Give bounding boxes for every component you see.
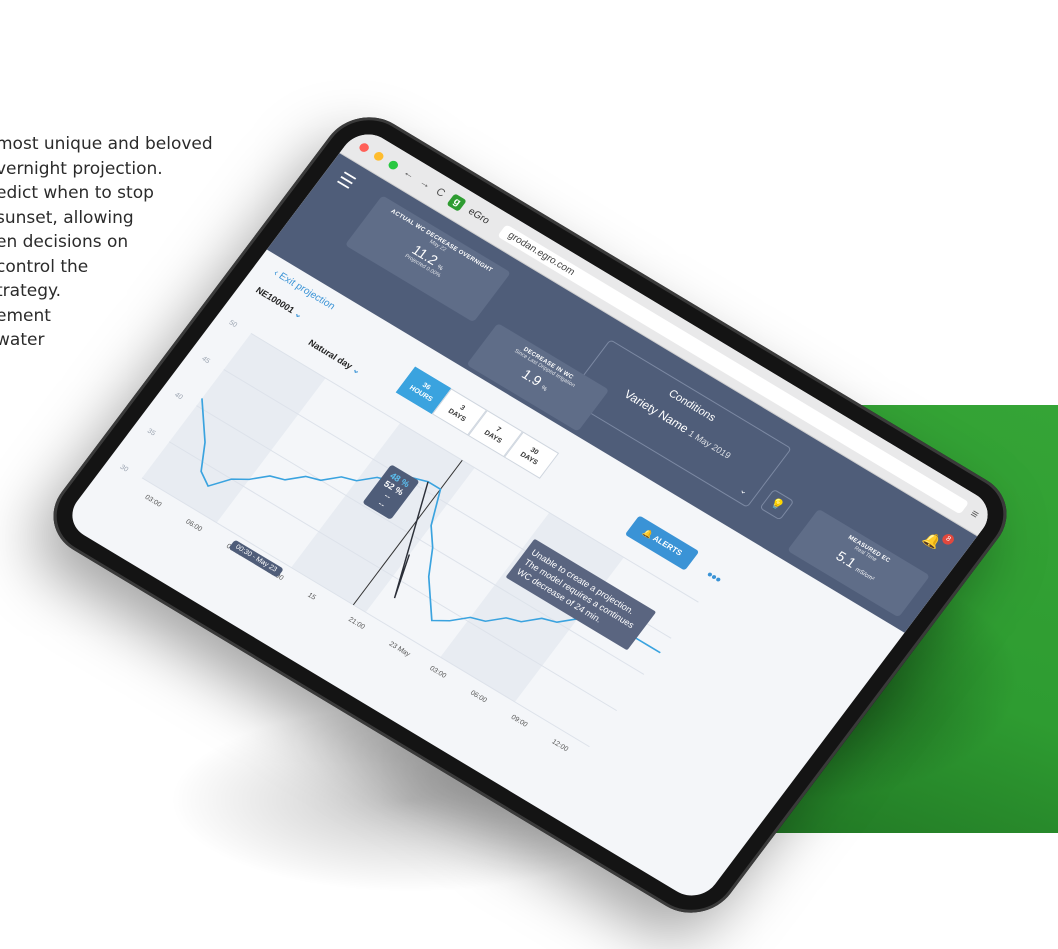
maximize-window-button[interactable] [387,158,401,171]
y-tick-label: 45 [200,356,211,366]
copy-line: most unique and beloved [0,134,213,154]
copy-line: vernight projection. [0,158,163,179]
y-tick-label: 35 [146,428,157,438]
browser-menu-icon[interactable]: ≡ [968,506,982,521]
x-tick-label: 21:00 [347,616,366,631]
y-tick-label: 40 [173,392,184,402]
reload-icon[interactable]: C [433,186,447,200]
x-tick-label: 12:00 [550,738,569,753]
more-options-icon[interactable]: ••• [703,567,725,587]
minimize-window-button[interactable] [372,150,386,162]
x-tick-label: 23 May [387,641,411,659]
browser-tab-title[interactable]: eGro [466,206,492,226]
lightbulb-icon[interactable]: 💡 [759,488,795,521]
notification-count-badge: 8 [940,532,957,547]
chevron-down-icon: ⌄ [737,484,751,497]
close-window-button[interactable] [357,141,372,154]
x-tick-label: 15 [306,592,317,602]
hamburger-menu-icon[interactable]: ☰ [333,168,359,193]
back-arrow-icon[interactable]: ← [401,166,418,181]
x-tick-label: 06:00 [184,519,203,534]
x-tick-label: 03:00 [428,665,447,680]
egro-favicon-icon: g [446,193,467,212]
x-tick-label: 03:00 [143,494,162,509]
y-tick-label: 30 [118,464,129,474]
x-tick-label: 09:00 [509,714,528,729]
y-tick-label: 50 [227,319,238,329]
x-tick-label: 06:00 [469,690,488,705]
forward-arrow-icon[interactable]: → [417,176,434,191]
